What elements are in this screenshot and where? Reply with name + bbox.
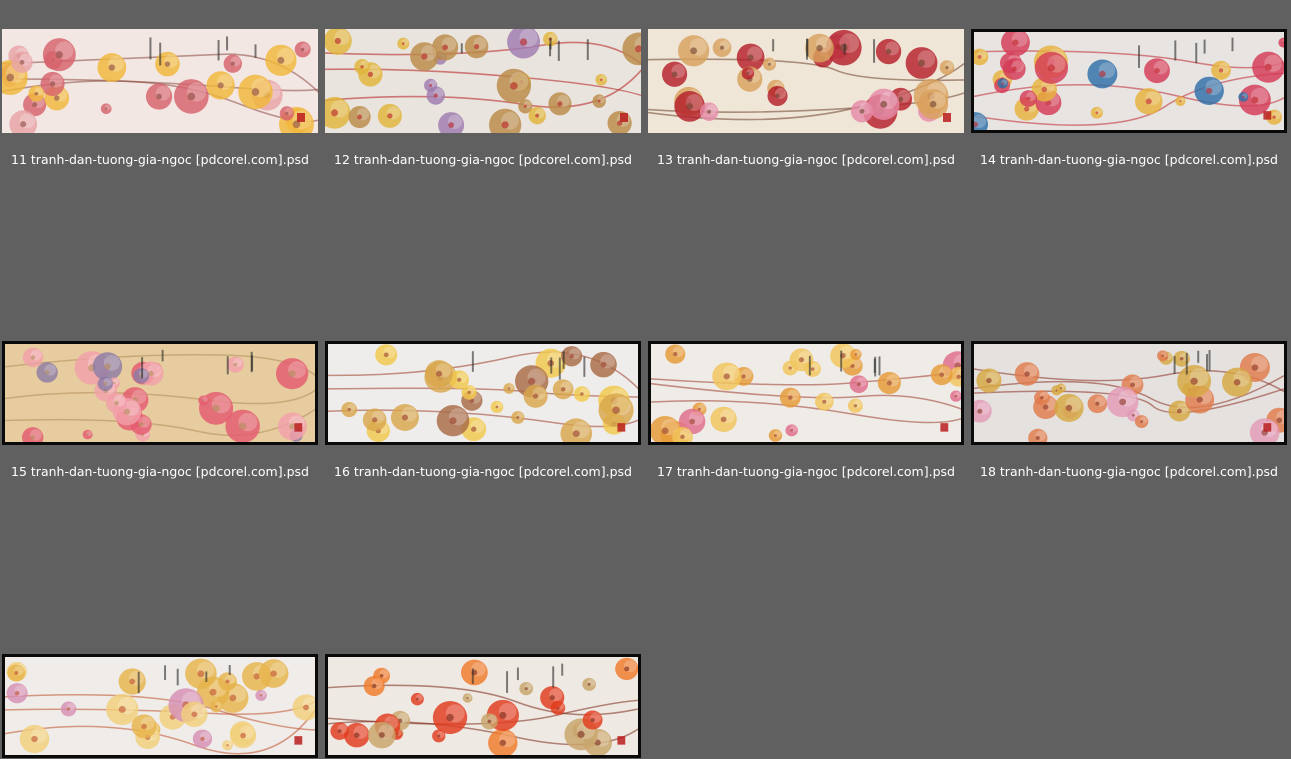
file-name-label: 18 tranh-dan-tuong-gia-ngoc [pdcorel.com…: [980, 464, 1278, 479]
floral-painting-image: [974, 32, 1284, 130]
floral-painting-image: [974, 344, 1284, 442]
file-name-label: 15 tranh-dan-tuong-gia-ngoc [pdcorel.com…: [11, 464, 309, 479]
file-thumbnail[interactable]: [325, 341, 641, 445]
floral-painting-image: [5, 344, 315, 442]
floral-painting-image: [2, 29, 318, 133]
file-item[interactable]: 12 tranh-dan-tuong-gia-ngoc [pdcorel.com…: [325, 29, 641, 169]
file-item[interactable]: 17 tranh-dan-tuong-gia-ngoc [pdcorel.com…: [648, 341, 964, 481]
file-thumbnail[interactable]: [325, 29, 641, 133]
file-item[interactable]: 18 tranh-dan-tuong-gia-ngoc [pdcorel.com…: [971, 341, 1287, 481]
file-thumbnail[interactable]: [971, 341, 1287, 445]
floral-painting-image: [325, 29, 641, 133]
file-item[interactable]: 14 tranh-dan-tuong-gia-ngoc [pdcorel.com…: [971, 29, 1287, 169]
file-thumbnail[interactable]: [325, 654, 641, 758]
file-thumbnail[interactable]: [2, 654, 318, 758]
file-thumbnail[interactable]: [971, 29, 1287, 133]
file-name-label: 16 tranh-dan-tuong-gia-ngoc [pdcorel.com…: [334, 464, 632, 479]
file-item[interactable]: 13 tranh-dan-tuong-gia-ngoc [pdcorel.com…: [648, 29, 964, 169]
file-item[interactable]: [2, 654, 318, 759]
file-thumbnail[interactable]: [648, 341, 964, 445]
file-thumbnail[interactable]: [2, 341, 318, 445]
file-item[interactable]: 16 tranh-dan-tuong-gia-ngoc [pdcorel.com…: [325, 341, 641, 481]
file-thumbnail[interactable]: [2, 29, 318, 133]
thumbnail-grid: 11 tranh-dan-tuong-gia-ngoc [pdcorel.com…: [0, 0, 1291, 759]
file-item[interactable]: 15 tranh-dan-tuong-gia-ngoc [pdcorel.com…: [2, 341, 318, 481]
floral-painting-image: [5, 657, 315, 755]
file-name-label: 17 tranh-dan-tuong-gia-ngoc [pdcorel.com…: [657, 464, 955, 479]
file-thumbnail[interactable]: [648, 29, 964, 133]
file-name-label: 14 tranh-dan-tuong-gia-ngoc [pdcorel.com…: [980, 152, 1278, 167]
file-name-label: 11 tranh-dan-tuong-gia-ngoc [pdcorel.com…: [11, 152, 309, 167]
file-name-label: 13 tranh-dan-tuong-gia-ngoc [pdcorel.com…: [657, 152, 955, 167]
file-item[interactable]: 11 tranh-dan-tuong-gia-ngoc [pdcorel.com…: [2, 29, 318, 169]
floral-painting-image: [328, 657, 638, 755]
floral-painting-image: [328, 344, 638, 442]
floral-painting-image: [651, 344, 961, 442]
file-item[interactable]: [325, 654, 641, 759]
floral-painting-image: [648, 29, 964, 133]
file-name-label: 12 tranh-dan-tuong-gia-ngoc [pdcorel.com…: [334, 152, 632, 167]
